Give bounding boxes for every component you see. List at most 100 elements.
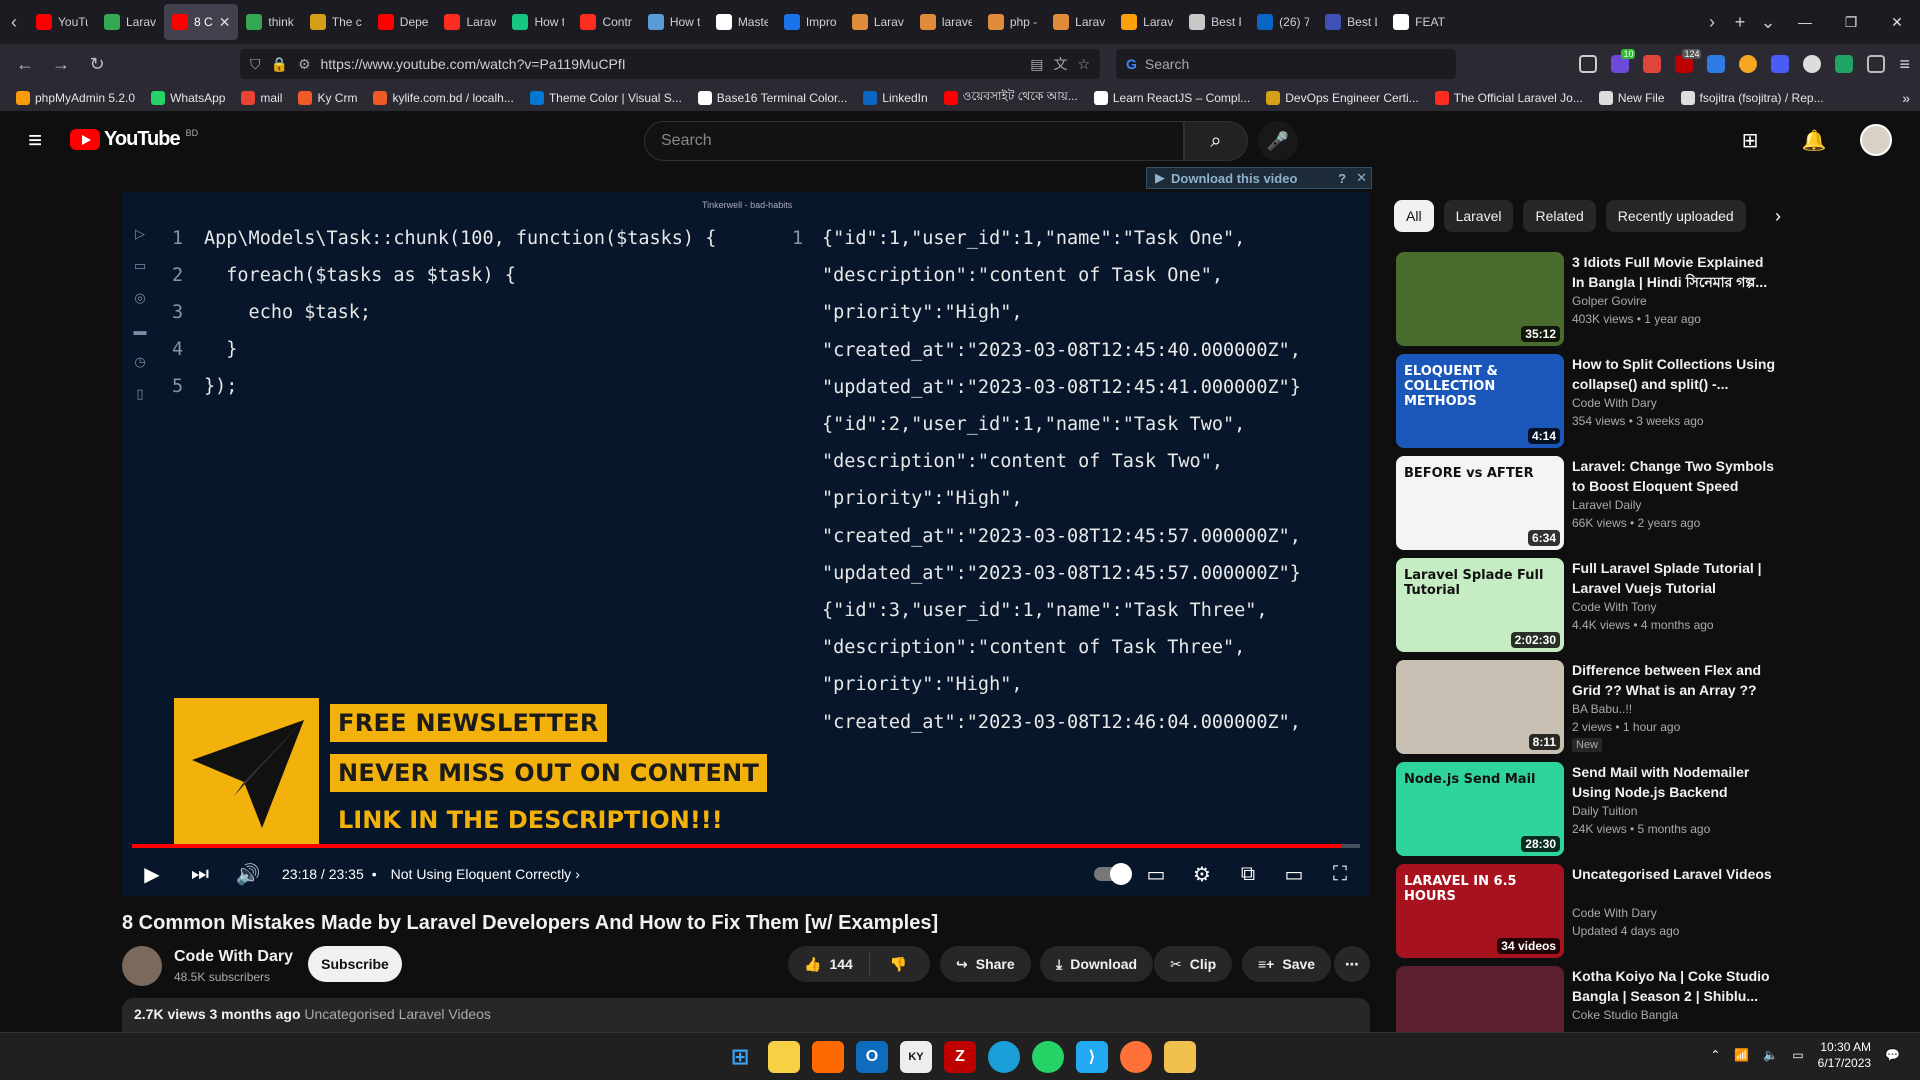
subscribe-button[interactable]: Subscribe [308, 946, 402, 982]
video-progress-bar[interactable] [132, 844, 1360, 848]
browser-tab[interactable]: larave [912, 4, 980, 40]
sticky-notes-icon[interactable] [768, 1041, 800, 1073]
share-button[interactable]: ↪ Share [940, 946, 1031, 982]
bookmark-item[interactable]: LinkedIn [857, 90, 933, 105]
browser-tab[interactable]: Larav [96, 4, 164, 40]
pocket-icon[interactable] [1579, 55, 1598, 73]
close-window-icon[interactable]: ✕ [1874, 0, 1920, 44]
video-thumbnail[interactable]: ELOQUENT & COLLECTION METHODS 4:14 [1396, 354, 1564, 448]
clip-button[interactable]: ✂ Clip [1154, 946, 1233, 982]
extension-icon-badge-10[interactable]: 10 [1611, 49, 1636, 73]
chapter-title[interactable]: Not Using Eloquent Correctly › [391, 866, 580, 882]
extension-icon-orange[interactable] [1739, 55, 1758, 73]
notification-center-icon[interactable]: 💬 [1885, 1048, 1900, 1062]
video-player[interactable]: Tinkerwell - bad-habits ▷ ▭ ◎ ▬ ◷ ▯ 1 App… [122, 192, 1370, 896]
app-icon-orange[interactable] [812, 1041, 844, 1073]
recommended-video[interactable]: ELOQUENT & COLLECTION METHODS 4:14 How to … [1396, 354, 1776, 450]
vscode-icon[interactable]: ⟩ [1076, 1041, 1108, 1073]
wifi-icon[interactable]: 📶 [1734, 1048, 1749, 1062]
firefox-icon[interactable] [1120, 1041, 1152, 1073]
new-tab-icon[interactable]: + [1726, 0, 1754, 44]
recommended-title[interactable]: Laravel: Change Two Symbols to Boost Elo… [1572, 456, 1776, 496]
channel-name[interactable]: Code With Dary [174, 948, 293, 966]
browser-tab[interactable]: Best L [1317, 4, 1385, 40]
bookmark-star-icon[interactable]: ☆ [1077, 56, 1090, 73]
screenshot-extension-icon[interactable] [1643, 55, 1662, 73]
recommended-title[interactable]: Difference between Flex and Grid ?? What… [1572, 660, 1776, 700]
minimize-icon[interactable]: — [1782, 0, 1828, 44]
browser-tab[interactable]: 8 C ✕ [164, 4, 239, 40]
video-thumbnail[interactable]: Laravel Splade Full Tutorial 2:02:30 [1396, 558, 1564, 652]
recommended-channel[interactable]: Code With Tony [1572, 600, 1657, 614]
video-thumbnail[interactable]: Node.js Send Mail 28:30 [1396, 762, 1564, 856]
ublock-icon[interactable]: 124 [1675, 49, 1702, 73]
clock[interactable]: 10:30 AM 6/17/2023 [1818, 1039, 1871, 1071]
recommended-channel[interactable]: Golper Govire [1572, 294, 1647, 308]
browser-tab[interactable]: Impro [776, 4, 844, 40]
recommended-title[interactable]: How to Split Collections Using collapse(… [1572, 354, 1776, 394]
notifications-bell-icon[interactable]: 🔔 [1796, 122, 1832, 158]
app-menu-icon[interactable]: ≡ [1899, 54, 1910, 75]
save-button[interactable]: ≡+ Save [1242, 946, 1332, 982]
extension-icon-green[interactable] [1835, 55, 1854, 73]
translate-extension-icon[interactable] [1771, 55, 1790, 73]
settings-gear-icon[interactable]: ⚙ [1182, 854, 1222, 894]
more-actions-button[interactable]: ⋯ [1334, 946, 1370, 982]
channel-avatar[interactable] [122, 946, 162, 986]
recommended-channel[interactable]: Code With Dary [1572, 396, 1657, 410]
download-video-bar[interactable]: ▶ Download this video ? ✕ [1146, 167, 1372, 189]
tab-close-icon[interactable]: ✕ [219, 14, 231, 31]
theater-mode-icon[interactable]: ▭ [1274, 854, 1314, 894]
restore-icon[interactable]: ❐ [1828, 0, 1874, 44]
url-bar[interactable]: ⛉ 🔒 ⚙ https://www.youtube.com/watch?v=Pa… [240, 49, 1100, 79]
account-avatar[interactable] [1860, 124, 1892, 156]
translate-icon[interactable]: 文 [1053, 54, 1067, 74]
bookmarks-overflow-icon[interactable]: » [1902, 90, 1910, 106]
bookmark-item[interactable]: New File [1593, 90, 1671, 105]
video-thumbnail[interactable]: 35:12 [1396, 252, 1564, 346]
bookmark-item[interactable]: Theme Color | Visual S... [524, 90, 688, 105]
bookmark-item[interactable]: The Official Laravel Jo... [1429, 90, 1589, 105]
microphone-icon[interactable]: 🎤 [1258, 121, 1298, 161]
extension-icon-blue[interactable] [1707, 55, 1726, 73]
fullscreen-icon[interactable]: ⛶ [1320, 854, 1360, 894]
recommended-channel[interactable]: Coke Studio Bangla [1572, 1008, 1678, 1022]
video-thumbnail[interactable]: LARAVEL IN 6.5 HOURS 34 videos [1396, 864, 1564, 958]
youtube-search-input[interactable]: Search [644, 121, 1184, 161]
shield-icon[interactable]: ⛉ [250, 56, 261, 73]
recommended-video[interactable]: LARAVEL IN 6.5 HOURS 34 videos Uncategoris… [1396, 864, 1776, 960]
recommended-channel[interactable]: Code With Dary [1572, 906, 1657, 920]
filter-chip[interactable]: All [1394, 200, 1434, 232]
whatsapp-icon[interactable] [1032, 1041, 1064, 1073]
volume-icon[interactable]: 🔊 [228, 854, 268, 894]
browser-tab[interactable]: Best P [1181, 4, 1249, 40]
recommended-video[interactable]: 8:11 Difference between Flex and Grid ?? … [1396, 660, 1776, 756]
dislike-button[interactable]: 👎 [878, 956, 919, 973]
battery-icon[interactable]: ▭ [1792, 1048, 1803, 1062]
list-all-tabs-icon[interactable]: ⌄ [1754, 0, 1782, 44]
browser-tab[interactable]: (26) 7 [1249, 4, 1317, 40]
bookmark-item[interactable]: Learn ReactJS – Compl... [1088, 90, 1256, 105]
speaker-icon[interactable]: 🔈 [1763, 1048, 1778, 1062]
play-icon[interactable]: ▶ [132, 854, 172, 894]
browser-tab[interactable]: Larav [1045, 4, 1113, 40]
browser-search-box[interactable]: G Search [1116, 49, 1456, 79]
recommended-title[interactable]: Kotha Koiyo Na | Coke Studio Bangla | Se… [1572, 966, 1776, 1006]
tab-list-back-icon[interactable]: ‹ [0, 0, 28, 44]
windows-start-icon[interactable]: ⊞ [724, 1041, 756, 1073]
recommended-title[interactable]: Uncategorised Laravel Videos [1572, 864, 1776, 884]
download-button[interactable]: ⤓ Download [1040, 946, 1154, 982]
tab-scroll-right-icon[interactable]: › [1698, 0, 1726, 44]
bookmark-item[interactable]: WhatsApp [145, 90, 231, 105]
recommended-channel[interactable]: Laravel Daily [1572, 498, 1641, 512]
tray-overflow-chevron-icon[interactable]: ⌃ [1710, 1048, 1720, 1062]
filter-chip[interactable]: Laravel [1443, 200, 1514, 232]
filter-chip[interactable]: Related [1523, 200, 1596, 232]
browser-tab[interactable]: Larav [1113, 4, 1181, 40]
bookmark-item[interactable]: kylife.com.bd / localh... [367, 90, 519, 105]
filezilla-icon[interactable]: Z [944, 1041, 976, 1073]
recommended-video[interactable]: BEFORE vs AFTER 6:34 Laravel: Change Two S… [1396, 456, 1776, 552]
reader-view-icon[interactable]: ▤ [1030, 56, 1043, 73]
back-icon[interactable]: ← [10, 49, 40, 79]
chatgpt-extension-icon[interactable] [1803, 55, 1822, 73]
